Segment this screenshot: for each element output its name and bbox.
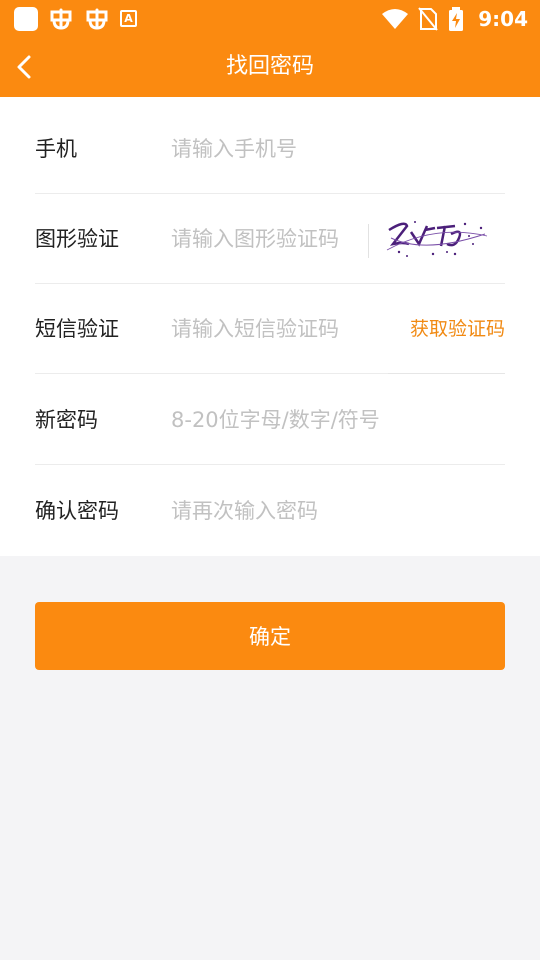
clock: 9:04 xyxy=(478,6,528,31)
phone-input[interactable] xyxy=(171,129,491,169)
sms-code-input[interactable] xyxy=(171,309,381,349)
sms-label: 短信验证 xyxy=(35,317,119,341)
confirm-button[interactable]: 确定 xyxy=(35,602,505,670)
bug-icon xyxy=(50,8,72,30)
confirm-password-label: 确认密码 xyxy=(35,499,119,523)
reset-password-form: 手机 图形验证 短信验证 获取验证码 新密码 确认密码 xyxy=(0,97,540,556)
sms-row: 短信验证 获取验证码 xyxy=(35,284,505,374)
captcha-label: 图形验证 xyxy=(35,227,119,251)
accessibility-icon: A xyxy=(120,10,137,27)
status-right-icons: 9:04 xyxy=(382,6,528,31)
get-code-underline xyxy=(388,373,505,374)
get-code-button[interactable]: 获取验证码 xyxy=(410,284,505,374)
battery-charging-icon xyxy=(449,6,464,31)
confirm-password-row: 确认密码 xyxy=(35,466,505,556)
new-password-input[interactable] xyxy=(171,400,491,440)
nav-bar: 找回密码 xyxy=(0,37,540,97)
status-left-icons: A xyxy=(14,6,137,32)
status-bar: A 9:04 xyxy=(0,0,540,37)
wifi-icon xyxy=(382,8,409,29)
captcha-input[interactable] xyxy=(171,219,361,259)
bug-icon xyxy=(86,8,108,30)
phone-label: 手机 xyxy=(35,137,77,161)
captcha-image[interactable] xyxy=(385,214,490,262)
captcha-row: 图形验证 xyxy=(35,194,505,284)
captcha-divider xyxy=(368,224,369,258)
no-sim-icon xyxy=(418,6,439,31)
page-title: 找回密码 xyxy=(225,54,314,79)
phone-row: 手机 xyxy=(35,104,505,194)
new-password-row: 新密码 xyxy=(35,375,505,465)
app-icon xyxy=(14,6,38,31)
confirm-password-input[interactable] xyxy=(171,491,491,531)
new-password-label: 新密码 xyxy=(35,408,98,432)
